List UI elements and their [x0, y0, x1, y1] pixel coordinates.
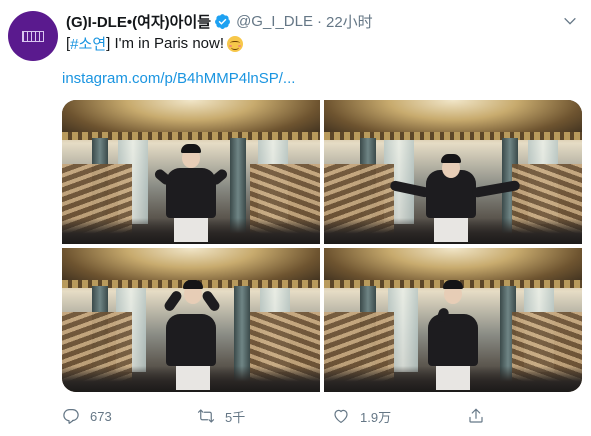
tweet-actions: 673 5千 1.9万: [62, 404, 582, 428]
verified-badge-icon: [215, 13, 230, 29]
heart-icon: [334, 409, 348, 423]
display-name[interactable]: (G)I-DLE•(여자)아이들: [66, 11, 211, 32]
photo-4[interactable]: [324, 248, 582, 392]
hashtag-link[interactable]: #소연: [70, 33, 106, 54]
photo-3[interactable]: [62, 248, 320, 392]
retweet-button[interactable]: 5千: [197, 404, 245, 428]
retweet-icon: [197, 409, 215, 423]
reply-icon: [63, 409, 79, 424]
retweet-count: 5千: [225, 409, 246, 425]
tweet-text: [ #소연 ] I'm in Paris now!: [66, 33, 244, 54]
avatar[interactable]: [8, 11, 58, 61]
reply-button[interactable]: 673: [62, 404, 112, 428]
photo-grid: [62, 100, 582, 392]
separator-dot: ·: [317, 12, 322, 30]
photo-1[interactable]: [62, 100, 320, 244]
smiling-face-with-blush-icon: [227, 35, 244, 52]
timestamp[interactable]: 22小时: [326, 11, 373, 32]
more-options-caret[interactable]: [561, 12, 579, 30]
tweet-body: I'm in Paris now!: [110, 35, 225, 52]
share-icon: [469, 408, 483, 423]
share-button[interactable]: [467, 404, 485, 428]
photo-ceiling: [62, 100, 320, 140]
like-count: 1.9万: [360, 409, 392, 425]
tweet-header: (G)I-DLE•(여자)아이들 @G_I_DLE · 22小时: [66, 10, 373, 32]
photo-ceiling: [324, 100, 582, 140]
avatar-logo: [22, 30, 44, 42]
chevron-down-icon: [564, 17, 576, 25]
photo-2[interactable]: [324, 100, 582, 244]
reply-count: 673: [90, 408, 112, 424]
like-button[interactable]: 1.9万: [332, 404, 391, 428]
instagram-link[interactable]: instagram.com/p/B4hMMP4lnSP/...: [62, 70, 295, 87]
user-handle[interactable]: @G_I_DLE: [236, 13, 313, 30]
tweet-card[interactable]: (G)I-DLE•(여자)아이들 @G_I_DLE · 22小时 [ #소연 ]…: [0, 0, 591, 436]
